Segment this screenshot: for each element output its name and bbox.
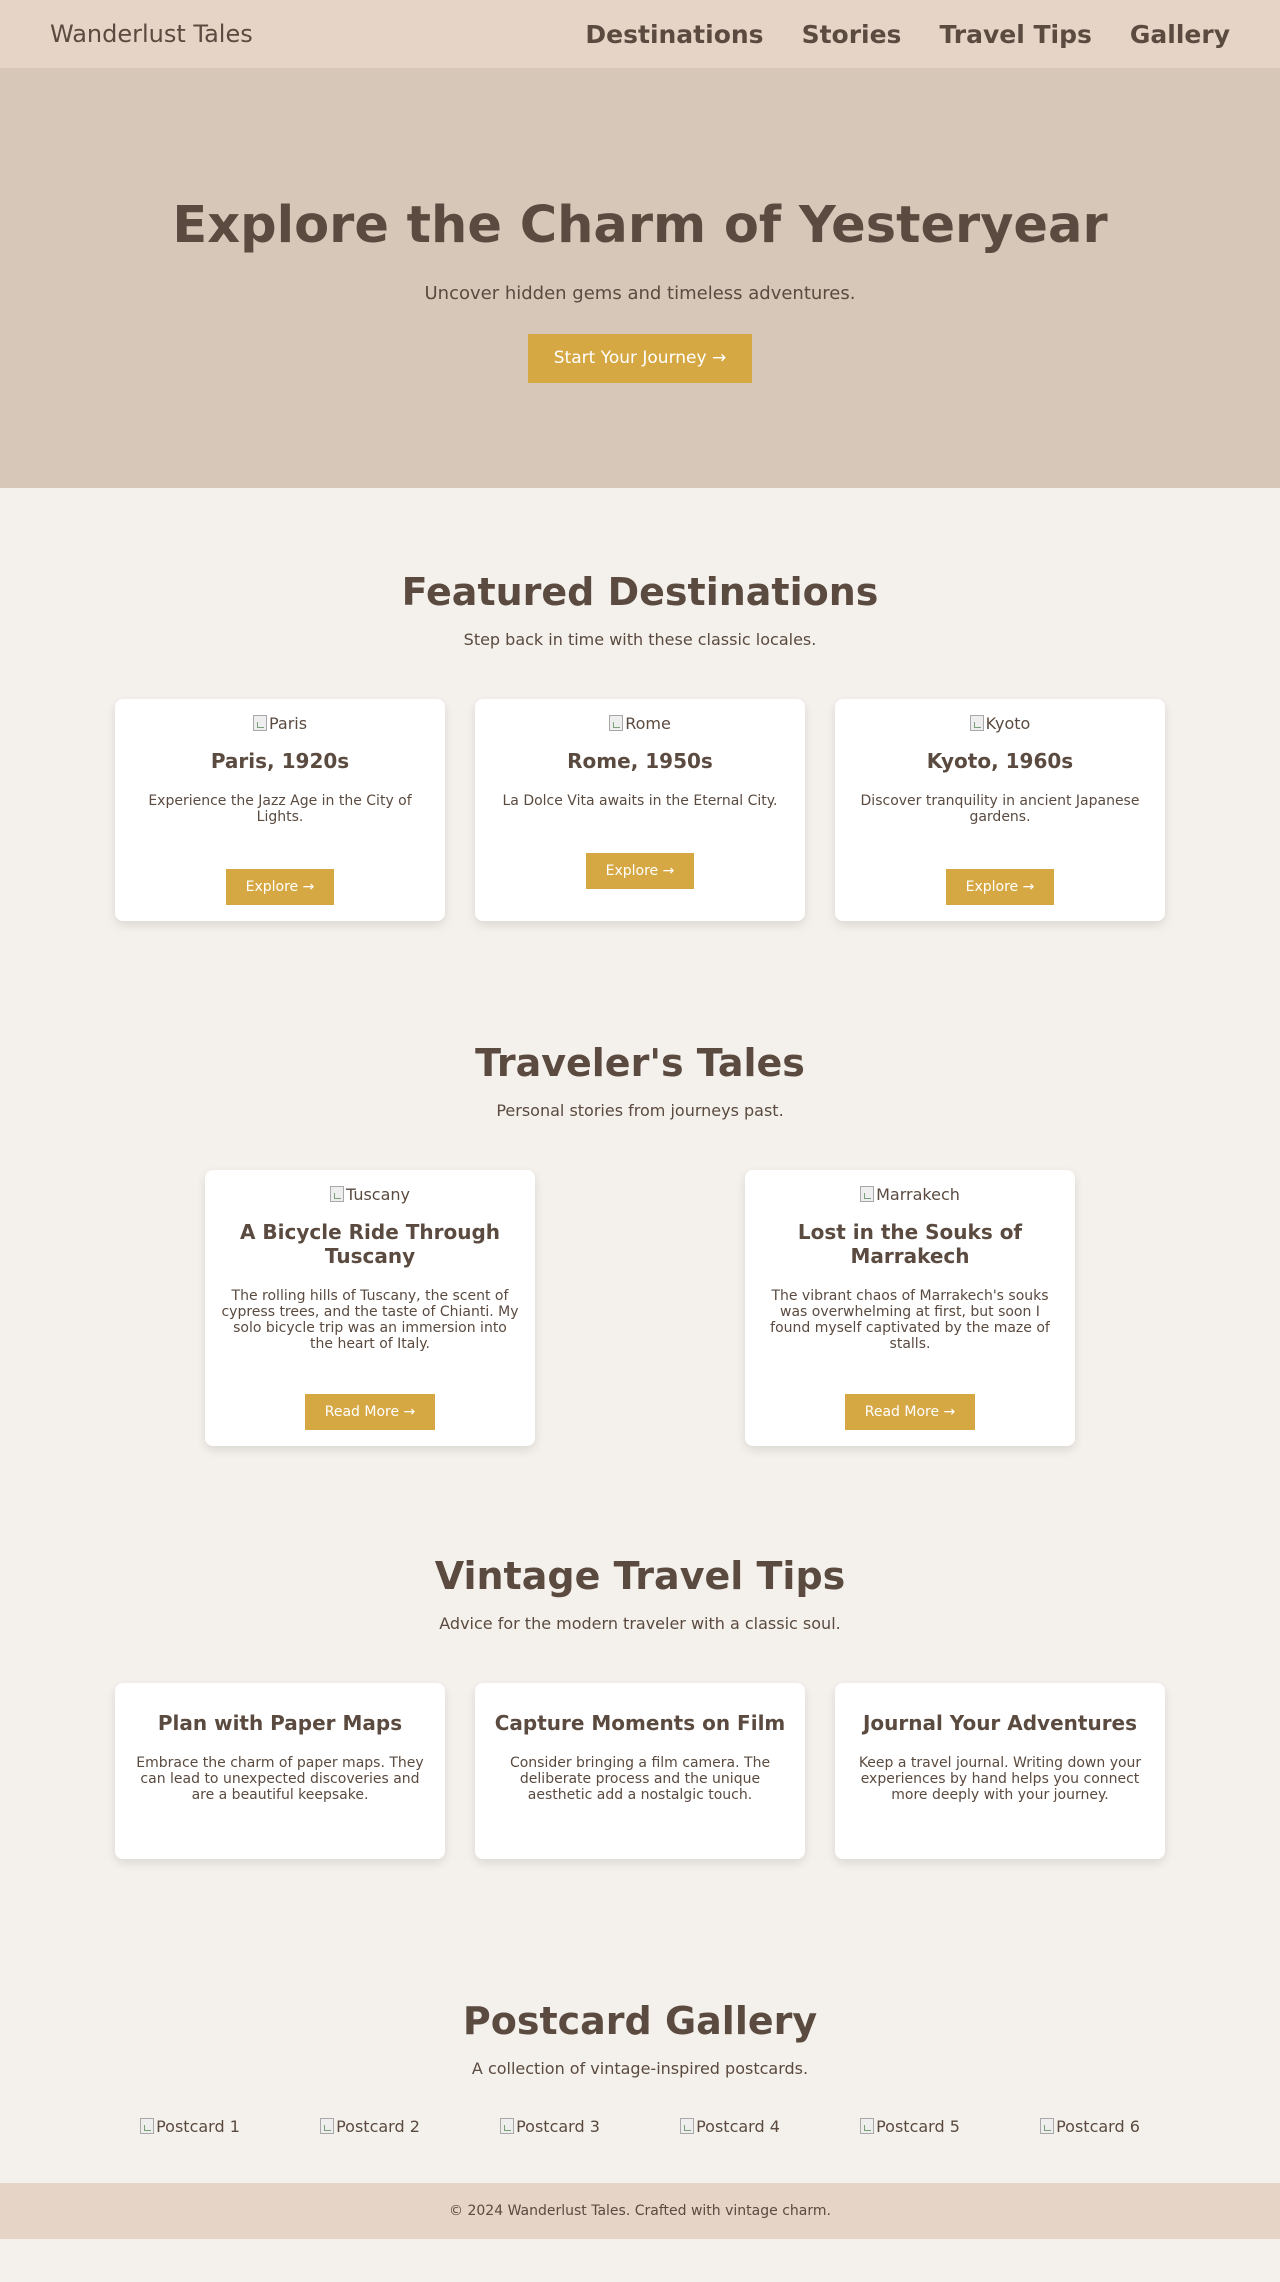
image-alt-text: Tuscany	[345, 1184, 411, 1204]
site-header: Wanderlust Tales Destinations Stories Tr…	[0, 0, 1280, 68]
story-cards: Tuscany A Bicycle Ride Through Tuscany T…	[0, 1170, 1280, 1446]
section-title: Vintage Travel Tips	[434, 1554, 846, 1598]
story-image: Tuscany	[329, 1184, 411, 1204]
card-text: Keep a travel journal. Writing down your…	[858, 1755, 1142, 1803]
read-more-button[interactable]: Read More →	[844, 1394, 976, 1430]
image-alt-text: Kyoto	[985, 713, 1031, 733]
image-alt-text: Postcard 6	[1056, 2116, 1140, 2136]
broken-image-icon	[680, 2118, 695, 2134]
explore-button[interactable]: Explore →	[225, 869, 335, 905]
nav-link-destinations[interactable]: Destinations	[585, 20, 763, 49]
main-nav: Destinations Stories Travel Tips Gallery	[585, 20, 1230, 49]
card-title: A Bicycle Ride Through Tuscany	[239, 1220, 501, 1268]
site-footer: © 2024 Wanderlust Tales. Crafted with vi…	[0, 2183, 1280, 2239]
site-logo[interactable]: Wanderlust Tales	[50, 20, 253, 48]
card-text: Embrace the charm of paper maps. They ca…	[136, 1755, 424, 1803]
section-subtitle: Advice for the modern traveler with a cl…	[439, 1614, 841, 1633]
hero-subtitle: Uncover hidden gems and timeless adventu…	[424, 283, 856, 304]
section-title: Postcard Gallery	[462, 1999, 818, 2043]
destination-cards: Paris Paris, 1920s Experience the Jazz A…	[0, 699, 1280, 921]
card-title: Rome, 1950s	[567, 749, 713, 773]
broken-image-icon	[500, 2118, 515, 2134]
section-title: Featured Destinations	[401, 570, 879, 614]
image-alt-text: Postcard 4	[696, 2116, 780, 2136]
card-text: The rolling hills of Tuscany, the scent …	[221, 1288, 519, 1352]
broken-image-icon	[609, 715, 624, 731]
card-title: Journal Your Adventures	[862, 1711, 1138, 1735]
card-text: The vibrant chaos of Marrakech's souks w…	[770, 1288, 1050, 1352]
tip-cards: Plan with Paper Maps Embrace the charm o…	[0, 1683, 1280, 1859]
postcard-image[interactable]: Postcard 4	[640, 2116, 820, 2136]
nav-link-stories[interactable]: Stories	[802, 20, 902, 49]
broken-image-icon	[969, 715, 984, 731]
section-subtitle: Step back in time with these classic loc…	[463, 630, 817, 649]
tips-section: Vintage Travel Tips Advice for the moder…	[0, 1446, 1280, 1859]
broken-image-icon	[860, 1186, 875, 1202]
image-alt-text: Rome	[625, 713, 671, 733]
explore-button[interactable]: Explore →	[585, 853, 695, 889]
broken-image-icon	[320, 2118, 335, 2134]
start-journey-button[interactable]: Start Your Journey →	[528, 334, 752, 383]
card-title: Capture Moments on Film	[494, 1711, 786, 1735]
image-alt-text: Marrakech	[876, 1184, 960, 1204]
tip-card-paper-maps: Plan with Paper Maps Embrace the charm o…	[115, 1683, 445, 1859]
postcard-image[interactable]: Postcard 1	[100, 2116, 280, 2136]
tales-section: Traveler's Tales Personal stories from j…	[0, 921, 1280, 1446]
broken-image-icon	[1040, 2118, 1055, 2134]
postcard-grid: Postcard 1 Postcard 2 Postcard 3 Postcar…	[0, 2116, 1280, 2136]
card-title: Lost in the Souks of Marrakech	[797, 1220, 1023, 1268]
section-title: Traveler's Tales	[475, 1041, 805, 1085]
card-text: Discover tranquility in ancient Japanese…	[860, 793, 1140, 825]
nav-link-travel-tips[interactable]: Travel Tips	[939, 20, 1091, 49]
card-title: Kyoto, 1960s	[926, 749, 1074, 773]
story-image: Marrakech	[860, 1184, 960, 1204]
section-subtitle: A collection of vintage-inspired postcar…	[471, 2059, 809, 2078]
image-alt-text: Postcard 1	[156, 2116, 240, 2136]
card-text: La Dolce Vita awaits in the Eternal City…	[502, 793, 778, 809]
section-subtitle: Personal stories from journeys past.	[496, 1101, 784, 1120]
destination-image: Kyoto	[969, 713, 1031, 733]
broken-image-icon	[252, 715, 267, 731]
broken-image-icon	[140, 2118, 155, 2134]
card-text: Consider bringing a film camera. The del…	[509, 1755, 771, 1803]
card-title: Plan with Paper Maps	[157, 1711, 403, 1735]
destination-card-paris: Paris Paris, 1920s Experience the Jazz A…	[115, 699, 445, 921]
explore-button[interactable]: Explore →	[945, 869, 1055, 905]
destination-card-kyoto: Kyoto Kyoto, 1960s Discover tranquility …	[835, 699, 1165, 921]
destination-image: Rome	[609, 713, 671, 733]
nav-link-gallery[interactable]: Gallery	[1130, 20, 1230, 49]
card-text: Experience the Jazz Age in the City of L…	[148, 793, 412, 825]
story-card-marrakech: Marrakech Lost in the Souks of Marrakech…	[745, 1170, 1075, 1446]
postcard-image[interactable]: Postcard 2	[280, 2116, 460, 2136]
hero-title: Explore the Charm of Yesteryear	[172, 196, 1108, 255]
story-card-tuscany: Tuscany A Bicycle Ride Through Tuscany T…	[205, 1170, 535, 1446]
postcard-image[interactable]: Postcard 5	[820, 2116, 1000, 2136]
card-title: Paris, 1920s	[210, 749, 350, 773]
broken-image-icon	[329, 1186, 344, 1202]
image-alt-text: Postcard 3	[516, 2116, 600, 2136]
destinations-section: Featured Destinations Step back in time …	[0, 488, 1280, 921]
tip-card-journal: Journal Your Adventures Keep a travel jo…	[835, 1683, 1165, 1859]
read-more-button[interactable]: Read More →	[304, 1394, 436, 1430]
footer-copyright: © 2024 Wanderlust Tales. Crafted with vi…	[449, 2203, 831, 2219]
gallery-section: Postcard Gallery A collection of vintage…	[0, 1859, 1280, 2176]
hero-section: Explore the Charm of Yesteryear Uncover …	[0, 68, 1280, 488]
image-alt-text: Paris	[268, 713, 308, 733]
image-alt-text: Postcard 5	[876, 2116, 960, 2136]
destination-card-rome: Rome Rome, 1950s La Dolce Vita awaits in…	[475, 699, 805, 921]
destination-image: Paris	[252, 713, 308, 733]
broken-image-icon	[860, 2118, 875, 2134]
postcard-image[interactable]: Postcard 6	[1000, 2116, 1180, 2136]
tip-card-film: Capture Moments on Film Consider bringin…	[475, 1683, 805, 1859]
image-alt-text: Postcard 2	[336, 2116, 420, 2136]
postcard-image[interactable]: Postcard 3	[460, 2116, 640, 2136]
